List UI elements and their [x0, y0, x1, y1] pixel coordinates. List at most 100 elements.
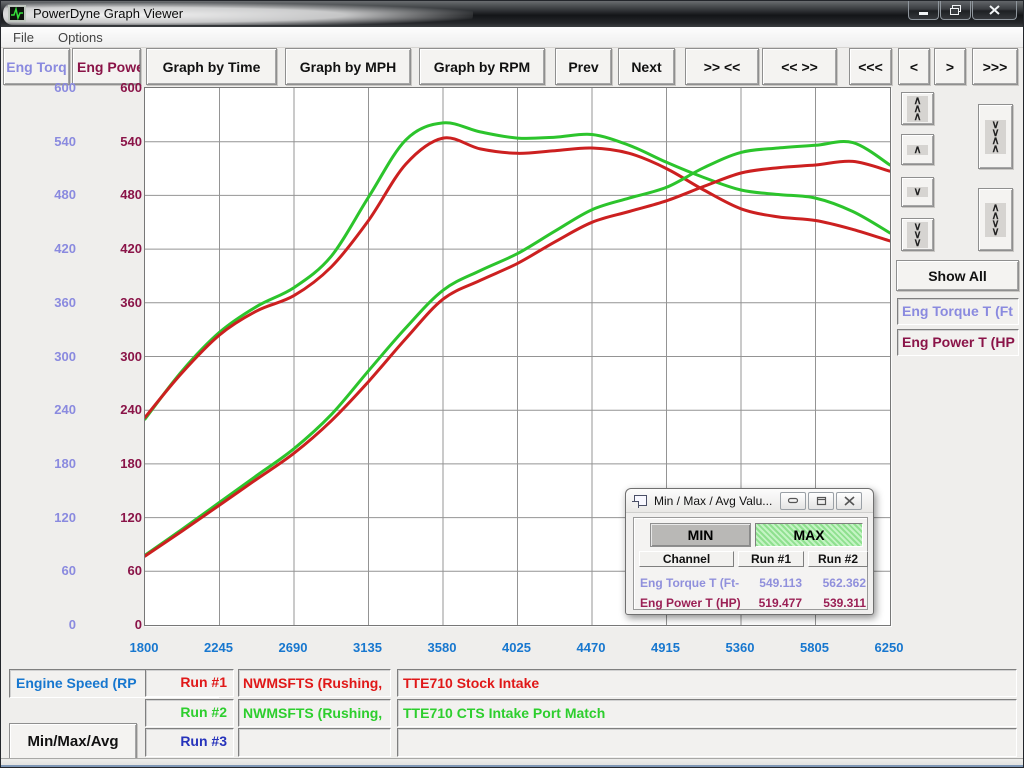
graph-by-time-button[interactable]: Graph by Time [146, 48, 277, 85]
power-channel-label: Eng Power T (HP [897, 329, 1019, 356]
graph-by-mph-button[interactable]: Graph by MPH [285, 48, 411, 85]
menu-file[interactable]: File [1, 30, 46, 45]
run2-label-box: Run #2 [145, 699, 234, 727]
run2-column-header: Run #2 [808, 551, 868, 567]
triple-chevron-up-icon: ∧ ∧ ∧ [907, 96, 927, 122]
y-tick-360: 360 [95, 295, 142, 310]
y-tick-60: 60 [95, 563, 142, 578]
collapse-scale-button[interactable]: ∨ ∨ ∧ ∧ [978, 104, 1013, 169]
minimize-icon [919, 6, 929, 15]
y-tick-540: 540 [29, 134, 76, 149]
menu-bar: File Options [1, 27, 1024, 48]
y-tick-300: 300 [29, 349, 76, 364]
scroll-up-button[interactable]: ∧ [901, 134, 934, 165]
maximize-button[interactable] [940, 1, 971, 20]
expand-scale-button[interactable]: ∧ ∧ ∨ ∨ [978, 188, 1013, 251]
x-tick-2245: 2245 [187, 640, 251, 655]
run1-label-box: Run #1 [145, 669, 234, 697]
prev-button[interactable]: Prev [555, 48, 612, 85]
y-tick-420: 420 [95, 241, 142, 256]
minimize-button[interactable] [908, 1, 939, 20]
y-tick-480: 480 [95, 187, 142, 202]
y-tick-240: 240 [95, 402, 142, 417]
show-all-button[interactable]: Show All [896, 260, 1019, 291]
minmaxavg-button[interactable]: Min/Max/Avg [9, 723, 137, 760]
y-tick-480: 480 [29, 187, 76, 202]
max-toggle-button[interactable]: MAX [755, 523, 863, 547]
scroll-far-right-button[interactable]: >>> [972, 48, 1018, 85]
chevron-up-icon: ∧ [907, 145, 927, 155]
run2-desc-box: TTE710 CTS Intake Port Match [397, 699, 1017, 727]
y-tick-60: 60 [29, 563, 76, 578]
min-toggle-button[interactable]: MIN [650, 523, 751, 547]
y-tick-120: 120 [95, 510, 142, 525]
y-tick-360: 360 [29, 295, 76, 310]
y-tick-240: 240 [29, 402, 76, 417]
maximize-icon [950, 5, 961, 15]
next-button[interactable]: Next [618, 48, 675, 85]
app-icon [8, 5, 26, 22]
minimize-icon [787, 497, 799, 505]
x-tick-1800: 1800 [112, 640, 176, 655]
run3-label-box: Run #3 [145, 728, 234, 757]
run2-name-box: NWMSFTS (Rushing, [238, 699, 391, 727]
x-tick-5360: 5360 [708, 640, 772, 655]
channel-column-header: Channel [639, 551, 734, 567]
minmax-close-button[interactable] [836, 492, 862, 510]
x-tick-5805: 5805 [783, 640, 847, 655]
x-tick-4025: 4025 [485, 640, 549, 655]
scroll-up-fast-button[interactable]: ∧ ∧ ∧ [901, 92, 934, 125]
y-tick-600: 600 [95, 80, 142, 95]
scroll-left-button[interactable]: < [898, 48, 930, 85]
triple-chevron-down-icon: ∨ ∨ ∨ [907, 222, 927, 248]
x-tick-6250: 6250 [857, 640, 921, 655]
menu-options[interactable]: Options [46, 30, 115, 45]
chevrons-converge-icon: ∨ ∨ ∧ ∧ [985, 120, 1005, 154]
run1-name-box: NWMSFTS (Rushing, [238, 669, 391, 697]
torque-axis-ticks: 060120180240300360420480540600 [29, 87, 76, 626]
minmax-torque-run1: 549.113 [738, 576, 802, 590]
minmax-power-run2: 539.311 [806, 596, 866, 610]
run1-desc-box: TTE710 Stock Intake [397, 669, 1017, 697]
minmax-torque-channel: Eng Torque T (Ft- [640, 576, 739, 590]
close-icon [989, 5, 1000, 15]
title-bar[interactable]: PowerDyne Graph Viewer [1, 1, 1024, 27]
y-tick-120: 120 [29, 510, 76, 525]
zoom-in-x-button[interactable]: >> << [685, 48, 759, 85]
status-bar [1, 758, 1024, 767]
y-tick-180: 180 [95, 456, 142, 471]
graph-by-rpm-button[interactable]: Graph by RPM [419, 48, 545, 85]
y-tick-0: 0 [95, 617, 142, 632]
minmax-body: MIN MAX Channel Run #1 Run #2 Eng Torque… [633, 517, 868, 610]
chevron-down-icon: ∨ [907, 187, 927, 197]
minmax-title-bar[interactable]: Min / Max / Avg Valu... [626, 489, 873, 513]
waveform-icon [10, 7, 24, 20]
scroll-right-button[interactable]: > [934, 48, 966, 85]
restore-icon [816, 496, 827, 506]
scroll-down-button[interactable]: ∨ [901, 177, 934, 207]
window-title: PowerDyne Graph Viewer [33, 6, 183, 21]
run1-column-header: Run #1 [738, 551, 804, 567]
y-tick-420: 420 [29, 241, 76, 256]
app-window: PowerDyne Graph Viewer File Options [0, 0, 1024, 768]
run3-desc-box [397, 728, 1017, 757]
y-tick-0: 0 [29, 617, 76, 632]
minmax-power-channel: Eng Power T (HP) [640, 596, 741, 610]
scroll-far-left-button[interactable]: <<< [849, 48, 892, 85]
run3-name-box [238, 728, 391, 757]
minmax-restore-button[interactable] [808, 492, 834, 510]
chevrons-diverge-icon: ∧ ∧ ∨ ∨ [985, 203, 1005, 237]
scroll-down-fast-button[interactable]: ∨ ∨ ∨ [901, 218, 934, 251]
minmax-window-title: Min / Max / Avg Valu... [654, 494, 772, 508]
x-tick-4915: 4915 [634, 640, 698, 655]
close-button[interactable] [972, 1, 1017, 20]
y-tick-600: 600 [29, 80, 76, 95]
y-tick-180: 180 [29, 456, 76, 471]
zoom-out-x-button[interactable]: << >> [762, 48, 837, 85]
minmax-minimize-button[interactable] [780, 492, 806, 510]
y-tick-300: 300 [95, 349, 142, 364]
minmax-power-run1: 519.477 [738, 596, 802, 610]
minmax-torque-run2: 562.362 [806, 576, 866, 590]
x-tick-2690: 2690 [261, 640, 325, 655]
minmax-values-window[interactable]: Min / Max / Avg Valu... MIN MAX Channel … [625, 488, 874, 615]
